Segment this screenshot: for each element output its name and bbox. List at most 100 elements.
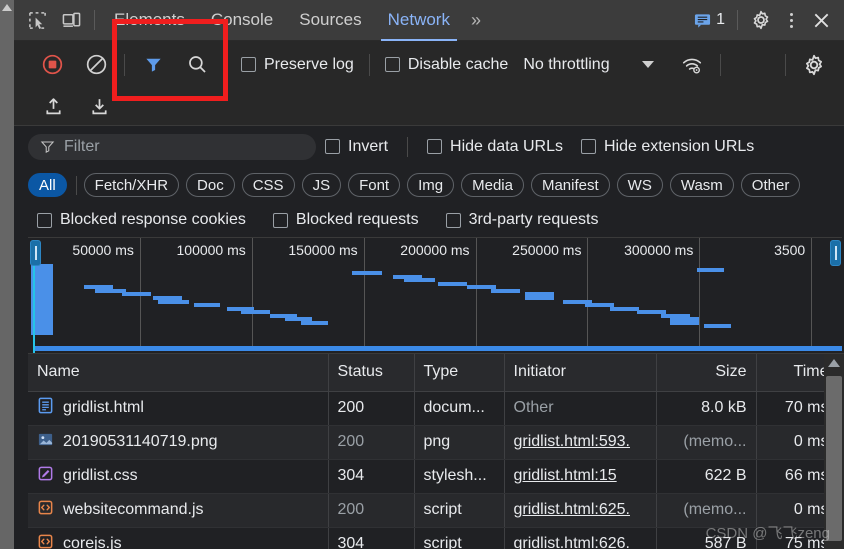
cell-type: script (414, 527, 505, 549)
cell-name[interactable]: corejs.js (28, 527, 329, 549)
throttling-select[interactable]: No throttling (517, 56, 615, 74)
overview-request-bar (491, 288, 521, 293)
cell-type: png (414, 425, 505, 460)
overview-left-handle[interactable] (30, 240, 41, 266)
inspect-element-icon[interactable] (20, 4, 54, 36)
type-filter-wasm[interactable]: Wasm (669, 173, 734, 197)
scrollbar-thumb[interactable] (826, 376, 842, 541)
cell-name[interactable]: gridlist.css (28, 459, 329, 494)
cell-name[interactable]: websitecommand.js (28, 493, 329, 528)
type-filter-all[interactable]: All (28, 173, 67, 197)
overview-tick-label: 150000 ms (288, 242, 358, 258)
checkbox-box (37, 212, 52, 228)
type-filter-doc[interactable]: Doc (186, 173, 235, 197)
column-header-time[interactable]: Time (756, 354, 824, 392)
network-conditions-icon[interactable] (670, 47, 714, 83)
document-icon (37, 397, 54, 419)
tabstrip-divider (94, 10, 95, 30)
initiator-link[interactable]: gridlist.html:626. (514, 535, 631, 549)
gear-icon[interactable] (744, 4, 778, 36)
close-icon[interactable] (804, 4, 838, 36)
preserve-log-label: Preserve log (264, 55, 354, 73)
overview-cursor-line (33, 262, 35, 353)
overview-request-bar (703, 324, 731, 329)
type-filter-manifest[interactable]: Manifest (530, 173, 610, 197)
clear-icon[interactable] (74, 47, 118, 83)
preserve-log-checkbox[interactable]: Preserve log (232, 56, 363, 74)
cell-name[interactable]: gridlist.html (28, 391, 329, 426)
hide-extension-urls-checkbox[interactable]: Hide extension URLs (572, 138, 763, 156)
cell-initiator[interactable]: gridlist.html:626. (504, 527, 657, 549)
overview-baseline-bar (34, 346, 842, 351)
cell-size: 622 B (656, 459, 757, 494)
kebab-menu-icon[interactable] (778, 12, 804, 28)
more-tabs-icon[interactable]: » (463, 10, 489, 31)
type-filter-other[interactable]: Other (740, 173, 801, 197)
tab-label: Elements (114, 10, 185, 29)
image-icon (37, 431, 54, 453)
filter-funnel-icon (40, 141, 55, 153)
column-header-status[interactable]: Status (328, 354, 415, 392)
search-input[interactable]: Filter (28, 133, 316, 160)
cell-time: 0 ms (756, 493, 824, 528)
scrollbar-up-arrow-icon[interactable] (828, 359, 840, 367)
chevron-down-icon[interactable] (641, 61, 654, 68)
tab-console[interactable]: Console (198, 0, 286, 41)
export-har-icon[interactable] (76, 89, 122, 125)
type-filter-js[interactable]: JS (301, 173, 342, 197)
script-icon (37, 499, 54, 521)
table-row[interactable]: corejs.js 304 script gridlist.html:626. 587 … (28, 527, 824, 549)
checkbox-label: Blocked response cookies (60, 211, 246, 228)
table-row[interactable]: websitecommand.js 200 script gridlist.html:… (28, 493, 824, 528)
device-toolbar-icon[interactable] (54, 4, 88, 36)
initiator-link[interactable]: gridlist.html:593. (514, 433, 631, 450)
overview-right-handle[interactable] (830, 240, 841, 266)
cell-initiator[interactable]: Other (504, 391, 657, 426)
filter-divider (407, 136, 409, 157)
message-count-badge[interactable]: 1 (688, 11, 731, 29)
column-header-size[interactable]: Size (656, 354, 757, 392)
tab-elements[interactable]: Elements (101, 0, 198, 41)
cell-status: 200 (328, 391, 415, 426)
type-filter-media[interactable]: Media (461, 173, 524, 197)
blocked-response-cookies-checkbox[interactable]: Blocked response cookies (28, 211, 264, 229)
table-row[interactable]: gridlist.css 304 stylesh... gridlist.html:1… (28, 459, 824, 494)
type-filter-font[interactable]: Font (348, 173, 401, 197)
type-filter-fetch-xhr[interactable]: Fetch/XHR (83, 173, 180, 197)
type-filter-ws[interactable]: WS (616, 173, 663, 197)
search-icon[interactable] (175, 47, 219, 83)
message-count: 1 (716, 11, 725, 28)
checkbox-box (325, 139, 340, 154)
column-header-name[interactable]: Name (28, 354, 329, 392)
script-icon (37, 533, 54, 549)
import-har-icon[interactable] (30, 89, 76, 125)
hide-data-urls-checkbox[interactable]: Hide data URLs (418, 138, 572, 156)
initiator-link[interactable]: gridlist.html:625. (514, 501, 631, 518)
3rd-party-requests-checkbox[interactable]: 3rd-party requests (437, 211, 617, 229)
overview-tick-label: 3500 (774, 242, 806, 258)
type-filter-img[interactable]: Img (407, 173, 455, 197)
table-scrollbar[interactable] (824, 354, 844, 549)
cell-initiator[interactable]: gridlist.html:625. (504, 493, 657, 528)
cell-initiator[interactable]: gridlist.html:593. (504, 425, 657, 460)
gear-icon[interactable] (792, 47, 836, 83)
type-filter-css[interactable]: CSS (241, 173, 295, 197)
record-stop-icon[interactable] (30, 47, 74, 83)
column-header-type[interactable]: Type (414, 354, 505, 392)
tab-network[interactable]: Network (375, 0, 463, 41)
cell-initiator[interactable]: gridlist.html:15 (504, 459, 657, 494)
filter-funnel-icon[interactable] (131, 47, 175, 83)
hide-extension-urls-label: Hide extension URLs (603, 137, 755, 155)
initiator-link[interactable]: gridlist.html:15 (514, 467, 617, 484)
table-row[interactable]: 20190531140719.png 200 png gridlist.html:59… (28, 425, 824, 460)
blocked-requests-checkbox[interactable]: Blocked requests (264, 211, 437, 229)
table-row[interactable]: gridlist.html 200docum... Other 8.0 kB70 ms (28, 391, 824, 426)
disable-cache-checkbox[interactable]: Disable cache (376, 56, 518, 74)
overview-tick-label: 200000 ms (400, 242, 470, 258)
cell-status: 200 (328, 425, 415, 460)
tab-sources[interactable]: Sources (286, 0, 374, 41)
network-overview-timeline[interactable]: 50000 ms 100000 ms 150000 ms 200000 ms 25000… (28, 237, 842, 353)
cell-name[interactable]: 20190531140719.png (28, 425, 329, 460)
column-header-initiator[interactable]: Initiator (504, 354, 657, 392)
invert-checkbox[interactable]: Invert (316, 138, 397, 156)
